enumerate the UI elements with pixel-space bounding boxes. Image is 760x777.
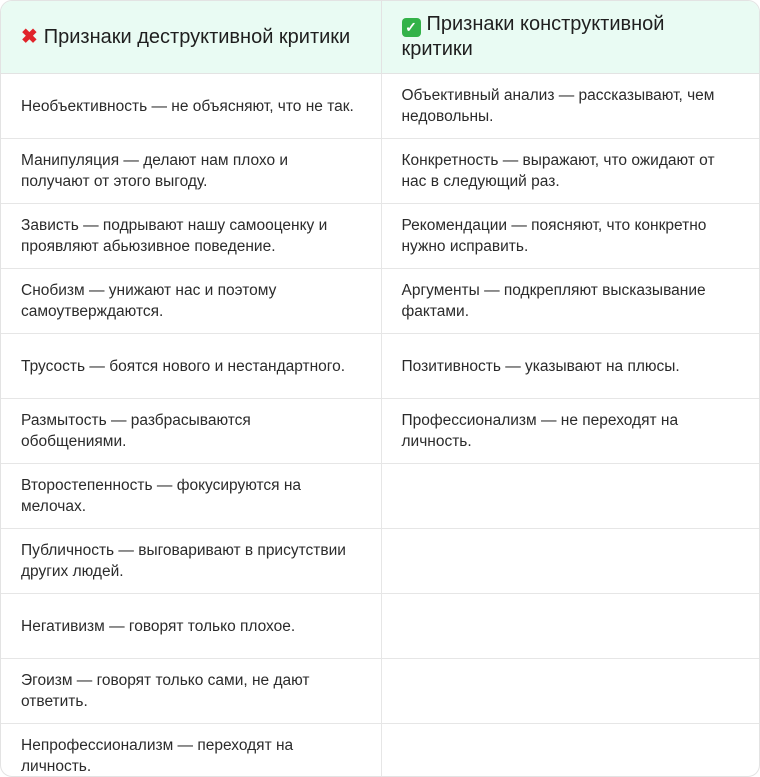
table-row: Эгоизм — говорят только сами, не дают от… <box>1 658 759 724</box>
table-row: Негативизм — говорят только плохое. <box>1 593 759 659</box>
destructive-cell: Необъективность — не объясняют, что не т… <box>1 73 382 139</box>
table-row: Снобизм — унижают нас и поэтому самоутве… <box>1 268 759 334</box>
constructive-cell: Позитивность — указывают на плюсы. <box>381 333 759 399</box>
green-check-icon: ✓ <box>401 18 421 37</box>
constructive-cell: Рекомендации — поясняют, что конкретно н… <box>381 203 759 269</box>
destructive-cell: Размытость — разбрасываются обобщениями. <box>1 398 382 464</box>
constructive-cell: Конкретность — выражают, что ожидают от … <box>381 138 759 204</box>
table-row: Второстепенность — фокусируются на мелоч… <box>1 463 759 529</box>
table-row: Размытость — разбрасываются обобщениями.… <box>1 398 759 464</box>
header-row: ✖ Признаки деструктивной критики ✓ Признак… <box>1 1 759 74</box>
header-destructive-title: Признаки деструктивной критики <box>43 25 351 48</box>
table-row: Непрофессионализм — переходят на личност… <box>1 723 759 777</box>
constructive-cell: Аргументы — подкрепляют высказывание фак… <box>381 268 759 334</box>
destructive-cell: Трусость — боятся нового и нестандартног… <box>1 333 382 399</box>
destructive-cell: Негативизм — говорят только плохое. <box>1 593 382 659</box>
constructive-cell: Профессионализм — не переходят на личнос… <box>381 398 759 464</box>
destructive-cell: Непрофессионализм — переходят на личност… <box>1 723 382 776</box>
constructive-cell <box>381 463 759 529</box>
table-row: Необъективность — не объясняют, что не т… <box>1 73 759 139</box>
header-destructive: ✖ Признаки деструктивной критики <box>1 1 382 74</box>
destructive-cell: Эгоизм — говорят только сами, не дают от… <box>1 658 382 724</box>
constructive-cell: Объективный анализ — рассказывают, чем н… <box>381 73 759 139</box>
constructive-cell <box>381 528 759 594</box>
table-row: Манипуляция — делают нам плохо и получаю… <box>1 138 759 204</box>
table-row: Зависть — подрывают нашу самооценку и пр… <box>1 203 759 269</box>
constructive-cell <box>381 724 759 777</box>
header-constructive: ✓ Признаки конструктивной критики <box>381 1 759 74</box>
constructive-cell <box>381 593 759 659</box>
destructive-cell: Второстепенность — фокусируются на мелоч… <box>1 463 382 529</box>
red-cross-icon: ✖ <box>21 25 38 48</box>
criticism-comparison-table: ✖ Признаки деструктивной критики ✓ Признак… <box>0 0 760 777</box>
destructive-cell: Публичность — выговаривают в присутствии… <box>1 528 382 594</box>
constructive-cell <box>381 658 759 724</box>
table-row: Трусость — боятся нового и нестандартног… <box>1 333 759 399</box>
destructive-cell: Манипуляция — делают нам плохо и получаю… <box>1 138 382 204</box>
destructive-cell: Снобизм — унижают нас и поэтому самоутве… <box>1 268 382 334</box>
destructive-cell: Зависть — подрывают нашу самооценку и пр… <box>1 203 382 269</box>
table-row: Публичность — выговаривают в присутствии… <box>1 528 759 594</box>
header-constructive-title: Признаки конструктивной критики <box>401 13 665 60</box>
comparison-table: ✖ Признаки деструктивной критики ✓ Признак… <box>1 1 759 777</box>
